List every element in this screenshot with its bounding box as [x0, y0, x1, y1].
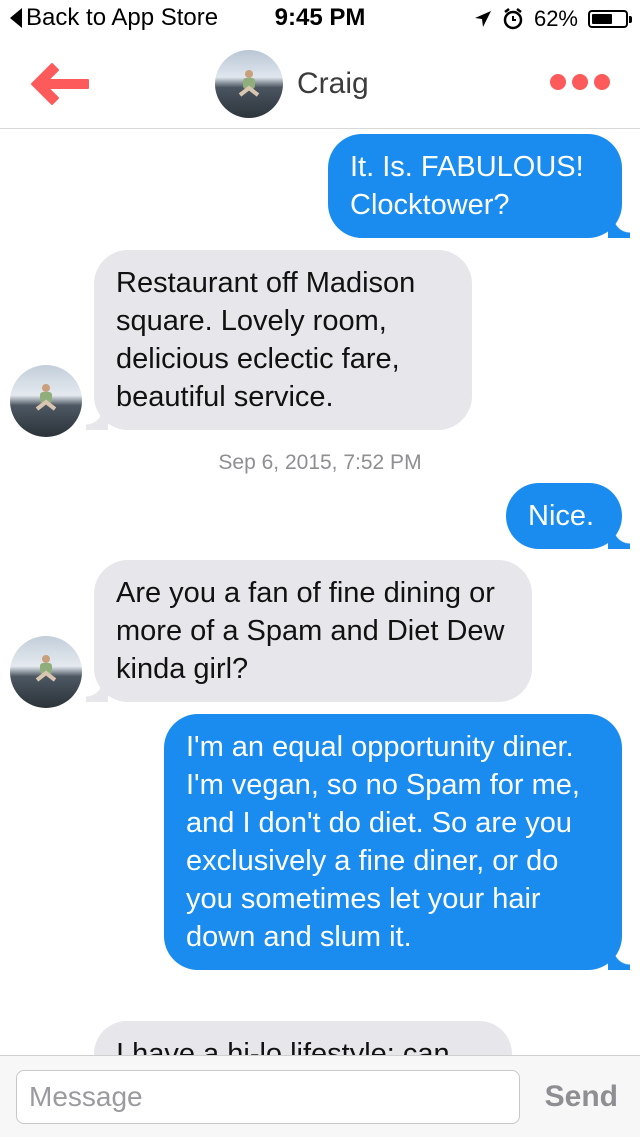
- message-composer: Send: [0, 1055, 640, 1137]
- send-button[interactable]: Send: [545, 1080, 618, 1114]
- outgoing-message[interactable]: It. Is. FABULOUS! Clocktower?: [328, 134, 630, 238]
- person-figure-icon: [35, 655, 57, 682]
- more-dot-icon: [550, 74, 566, 90]
- sender-avatar[interactable]: [10, 365, 82, 437]
- more-options-button[interactable]: [550, 74, 610, 90]
- message-timestamp: Sep 6, 2015, 7:52 PM: [218, 451, 422, 474]
- outgoing-message[interactable]: I'm an equal opportunity diner. I'm vega…: [164, 714, 630, 970]
- location-arrow-icon: [474, 11, 491, 27]
- person-figure-icon: [238, 70, 260, 97]
- back-button[interactable]: [30, 62, 90, 106]
- incoming-message[interactable]: Restaurant off Madison square. Lovely ro…: [86, 250, 472, 430]
- battery-fill: [592, 14, 612, 24]
- back-arrow-icon: [31, 63, 89, 105]
- contact-avatar[interactable]: [215, 50, 283, 118]
- more-dot-icon: [594, 74, 610, 90]
- message-thread[interactable]: It. Is. FABULOUS! Clocktower? Restaurant…: [0, 129, 640, 1055]
- battery-icon: [588, 10, 632, 28]
- battery-percent: 62%: [533, 6, 578, 31]
- incoming-message[interactable]: I have a hi-lo lifestyle: can: [94, 1021, 512, 1055]
- alarm-clock-icon: [503, 8, 523, 30]
- status-right-group: 62%: [474, 6, 632, 32]
- chat-header: Craig: [0, 40, 640, 129]
- incoming-message[interactable]: Are you a fan of fine dining or more of …: [86, 560, 532, 702]
- status-bar: Back to App Store 9:45 PM 62%: [0, 0, 640, 40]
- sender-avatar[interactable]: [10, 636, 82, 708]
- message-input[interactable]: [16, 1070, 520, 1124]
- more-dot-icon: [572, 74, 588, 90]
- person-figure-icon: [35, 384, 57, 411]
- contact-header[interactable]: Craig: [215, 50, 369, 118]
- contact-name[interactable]: Craig: [297, 67, 369, 101]
- outgoing-message[interactable]: Nice.: [506, 483, 630, 549]
